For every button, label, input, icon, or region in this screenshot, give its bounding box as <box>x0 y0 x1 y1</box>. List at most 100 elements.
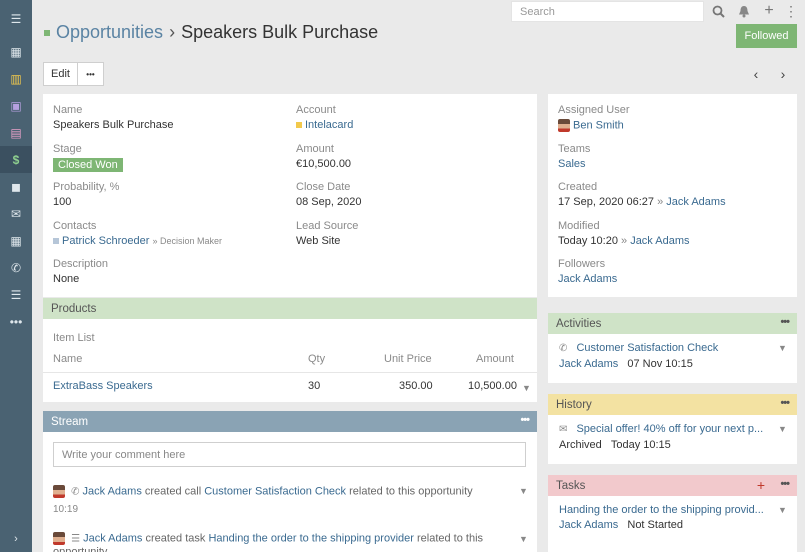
assigned-user-link[interactable]: Ben Smith <box>573 119 624 131</box>
dashboard-icon[interactable]: ▦ <box>0 38 32 65</box>
stream-user-link[interactable]: Jack Adams <box>83 532 142 544</box>
product-amount: 10,500.00 <box>468 380 517 392</box>
task-dropdown-icon[interactable]: ▼ <box>778 505 787 515</box>
amount-field: Amount €10,500.00 <box>296 143 351 170</box>
task-status: Not Started <box>627 519 684 531</box>
follower-link[interactable]: Jack Adams <box>558 273 617 285</box>
tasks-icon: ☰ <box>71 533 81 545</box>
stream-verb: created call <box>144 485 202 498</box>
next-record-icon[interactable]: › <box>774 64 792 84</box>
contact-link[interactable]: Patrick Schroeder <box>62 235 149 247</box>
by-separator: » <box>657 196 664 208</box>
activity-meta: Jack Adams 07 Nov 10:15 <box>559 358 693 370</box>
history-meta: Archived Today 10:15 <box>559 439 671 451</box>
stream-target-link[interactable]: Handing the order to the shipping provid… <box>208 532 413 544</box>
calls-icon[interactable]: ✆ <box>0 254 32 281</box>
add-task-icon[interactable]: + <box>757 477 765 493</box>
tasks-menu-icon[interactable]: ••• <box>780 478 790 490</box>
stream-suffix: related to this <box>416 532 484 545</box>
history-title-link[interactable]: Special offer! 40% off for your next p..… <box>576 423 763 435</box>
name-label: Name <box>53 104 83 116</box>
stage-field: Stage Closed Won <box>53 143 123 172</box>
stream-title: Stream <box>51 415 89 428</box>
comment-input[interactable] <box>53 442 526 467</box>
activity-user-link[interactable]: Jack Adams <box>559 358 618 370</box>
list-item: ✉ Special offer! 40% off for your next p… <box>559 423 763 435</box>
task-title-link[interactable]: Handing the order to the shipping provid… <box>559 504 764 516</box>
products-header: Products <box>43 298 537 319</box>
row-dropdown-icon[interactable]: ▼ <box>522 383 531 393</box>
column-unit-price: Unit Price <box>384 353 432 365</box>
list-item: ✆ Customer Satisfaction Check <box>559 342 718 354</box>
stream-target-link[interactable]: Customer Satisfaction Check <box>204 485 346 497</box>
tasks-icon[interactable]: ☰ <box>0 281 32 308</box>
contact-color-mark <box>53 238 59 245</box>
calendar-icon[interactable]: ▦ <box>0 227 32 254</box>
history-title: History <box>556 398 592 411</box>
modified-by-link[interactable]: Jack Adams <box>630 235 689 247</box>
created-field: Created 17 Sep, 2020 06:27 » Jack Adams <box>558 181 726 208</box>
stream-menu-icon[interactable]: ••• <box>520 414 530 426</box>
menu-ellipsis-icon[interactable]: ⋮ <box>782 2 800 20</box>
activities-menu-icon[interactable]: ••• <box>780 316 790 328</box>
previous-record-icon[interactable]: ‹ <box>747 64 765 84</box>
team-link[interactable]: Sales <box>558 158 586 170</box>
products-title: Products <box>51 302 97 315</box>
email-icon: ✉ <box>559 424 568 435</box>
products-panel: Products Item List Name Qty Unit Price A… <box>43 298 537 402</box>
page-header: Opportunities › Speakers Bulk Purchase <box>44 22 378 43</box>
activity-title-link[interactable]: Customer Satisfaction Check <box>576 342 718 354</box>
created-label: Created <box>558 181 598 193</box>
close-date-field: Close Date 08 Sep, 2020 <box>296 181 361 208</box>
email-icon[interactable]: ✉ <box>0 200 32 227</box>
search-input[interactable] <box>511 1 704 22</box>
followers-label: Followers <box>558 258 606 270</box>
stream-user-link[interactable]: Jack Adams <box>83 485 142 497</box>
more-icon[interactable]: ••• <box>0 308 32 335</box>
stream-suffix-wrap: opportunity <box>53 546 108 552</box>
record-actions: Edit ••• <box>43 62 104 86</box>
breadcrumb-opportunities-link[interactable]: Opportunities <box>56 22 163 43</box>
activities-title: Activities <box>556 317 602 330</box>
cases-icon[interactable]: ◼ <box>0 173 32 200</box>
contacts-label: Contacts <box>53 220 97 232</box>
modified-field: Modified Today 10:20 » Jack Adams <box>558 220 690 247</box>
lead-source-label: Lead Source <box>296 220 359 232</box>
more-actions-button[interactable]: ••• <box>78 62 104 86</box>
account-link[interactable]: Intelacard <box>305 119 353 131</box>
leads-icon[interactable]: ▤ <box>0 119 32 146</box>
opportunities-icon[interactable]: $ <box>0 146 32 173</box>
phone-icon: ✆ <box>559 343 568 354</box>
created-by-link[interactable]: Jack Adams <box>666 196 725 208</box>
task-user-link[interactable]: Jack Adams <box>559 519 618 531</box>
followed-button[interactable]: Followed <box>736 24 797 48</box>
stream-entry-dropdown-icon[interactable]: ▼ <box>519 534 528 544</box>
lead-source-value: Web Site <box>296 235 341 247</box>
menu-toggle-icon[interactable]: ☰ <box>0 0 32 38</box>
description-label: Description <box>53 258 109 270</box>
activity-date: 07 Nov 10:15 <box>627 358 693 370</box>
history-menu-icon[interactable]: ••• <box>780 397 790 409</box>
activity-dropdown-icon[interactable]: ▼ <box>778 343 787 353</box>
notifications-bell-icon[interactable] <box>735 2 753 20</box>
collapse-chevron-icon[interactable]: › <box>0 525 32 552</box>
contacts-icon[interactable]: ▣ <box>0 92 32 119</box>
task-meta: Jack Adams Not Started <box>559 519 683 531</box>
modified-label: Modified <box>558 220 600 232</box>
search-icon[interactable] <box>709 2 727 20</box>
product-name-link[interactable]: ExtraBass Speakers <box>53 380 153 392</box>
side-panel: Assigned User Ben Smith Teams Sales Crea… <box>548 94 797 297</box>
edit-button[interactable]: Edit <box>43 62 78 86</box>
product-qty: 30 <box>308 380 321 392</box>
accounts-icon[interactable]: ▥ <box>0 65 32 92</box>
lead-source-field: Lead Source Web Site <box>296 220 358 247</box>
close-date-value: 08 Sep, 2020 <box>296 196 362 208</box>
stage-badge: Closed Won <box>53 158 123 172</box>
amount-value: €10,500.00 <box>296 158 352 170</box>
history-date: Today 10:15 <box>610 439 671 451</box>
sidebar: ☰ ▦ ▥ ▣ ▤ $ ◼ ✉ ▦ ✆ ☰ ••• › <box>0 0 32 552</box>
quick-create-plus-icon[interactable]: + <box>760 2 778 20</box>
assigned-user-field: Assigned User Ben Smith <box>558 104 630 132</box>
stream-entry-dropdown-icon[interactable]: ▼ <box>519 486 528 496</box>
history-dropdown-icon[interactable]: ▼ <box>778 424 787 434</box>
